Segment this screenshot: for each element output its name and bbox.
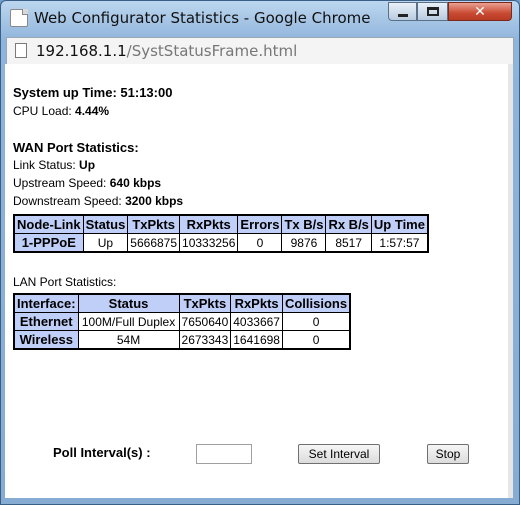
column-header: Node-Link — [13, 214, 84, 234]
uptime-value: 51:13:00 — [120, 85, 173, 100]
column-header: Collisions — [281, 293, 351, 313]
page-document-icon — [10, 9, 28, 27]
column-header: Up Time — [370, 214, 429, 234]
poll-interval-input[interactable] — [196, 444, 252, 464]
link-status-value: Up — [79, 158, 96, 172]
table-row: Ethernet 100M/Full Duplex 7650640 403366… — [13, 312, 351, 331]
table-cell: 0 — [281, 330, 351, 350]
column-header: Status — [77, 293, 180, 313]
table-cell: Up — [82, 233, 129, 253]
upstream-label: Upstream Speed: — [13, 176, 110, 190]
table-cell: 7650640 — [178, 312, 232, 331]
table-row: 1-PPPoE Up 5666875 10333256 0 9876 8517 … — [13, 233, 429, 253]
close-button[interactable]: ✕ — [448, 2, 512, 21]
table-cell: 1-PPPoE — [13, 233, 84, 253]
scrollbar[interactable] — [508, 64, 513, 498]
cpu-label: CPU Load: — [13, 104, 76, 118]
column-header: TxPkts — [178, 293, 232, 313]
system-uptime: System up Time: 51:13:00 — [13, 85, 172, 100]
cpu-load: CPU Load: 4.44% — [13, 104, 109, 118]
wan-heading: WAN Port Statistics: — [13, 140, 139, 155]
table-cell: Wireless — [13, 330, 79, 350]
set-interval-button[interactable]: Set Interval — [298, 444, 380, 464]
table-cell: 100M/Full Duplex — [77, 312, 180, 331]
upstream-value: 640 kbps — [109, 176, 162, 190]
lan-heading: LAN Port Statistics: — [13, 275, 117, 289]
table-cell: 0 — [281, 312, 351, 331]
maximize-button[interactable] — [417, 2, 448, 21]
link-status: Link Status: Up — [13, 158, 95, 172]
url-host: 192.168.1.1 — [36, 42, 127, 60]
column-header: Errors — [237, 214, 283, 234]
column-header: Rx B/s — [325, 214, 372, 234]
table-cell: 4033667 — [230, 312, 283, 331]
wan-stats-table: Node-Link Status TxPkts RxPkts Errors Tx… — [13, 214, 429, 253]
table-cell: Ethernet — [13, 312, 79, 331]
column-header: TxPkts — [127, 214, 181, 234]
downstream-label: Downstream Speed: — [13, 194, 126, 208]
table-header-row: Interface: Status TxPkts RxPkts Collisio… — [13, 293, 351, 313]
url-path: /SystStatusFrame.html — [126, 42, 298, 60]
upstream-speed: Upstream Speed: 640 kbps — [13, 176, 161, 190]
table-cell: 9876 — [281, 233, 327, 253]
downstream-speed: Downstream Speed: 3200 kbps — [13, 194, 183, 208]
table-row: Wireless 54M 2673343 1641698 0 — [13, 330, 351, 350]
window-title: Web Configurator Statistics - Google Chr… — [34, 9, 371, 27]
minimize-icon — [397, 13, 408, 17]
page-icon — [15, 43, 27, 58]
uptime-label: System up Time: — [13, 85, 121, 100]
stop-button[interactable]: Stop — [427, 444, 469, 464]
table-header-row: Node-Link Status TxPkts RxPkts Errors Tx… — [13, 214, 429, 234]
link-status-label: Link Status: — [13, 158, 80, 172]
table-cell: 1:57:57 — [370, 233, 429, 253]
table-cell: 10333256 — [179, 233, 239, 253]
cpu-value: 4.44% — [75, 104, 110, 118]
close-icon: ✕ — [474, 3, 486, 20]
page-content: System up Time: 51:13:00 CPU Load: 4.44%… — [5, 64, 508, 498]
minimize-button[interactable] — [388, 2, 417, 21]
table-cell: 5666875 — [127, 233, 181, 253]
poll-interval-label: Poll Interval(s) : — [53, 445, 151, 460]
column-header: RxPkts — [230, 293, 283, 313]
table-cell: 2673343 — [178, 330, 232, 350]
downstream-value: 3200 kbps — [125, 194, 184, 208]
column-header: Interface: — [13, 293, 79, 313]
lan-stats-table: Interface: Status TxPkts RxPkts Collisio… — [13, 293, 352, 350]
url-text[interactable]: 192.168.1.1/SystStatusFrame.html — [36, 42, 297, 60]
table-cell: 0 — [237, 233, 283, 253]
column-header: Status — [82, 214, 129, 234]
address-bar[interactable]: 192.168.1.1/SystStatusFrame.html — [6, 37, 514, 65]
column-header: RxPkts — [179, 214, 239, 234]
maximize-icon — [426, 7, 439, 16]
table-cell: 1641698 — [230, 330, 283, 350]
title-bar[interactable]: Web Configurator Statistics - Google Chr… — [1, 1, 519, 35]
table-cell: 54M — [77, 330, 180, 350]
table-cell: 8517 — [325, 233, 372, 253]
column-header: Tx B/s — [281, 214, 327, 234]
